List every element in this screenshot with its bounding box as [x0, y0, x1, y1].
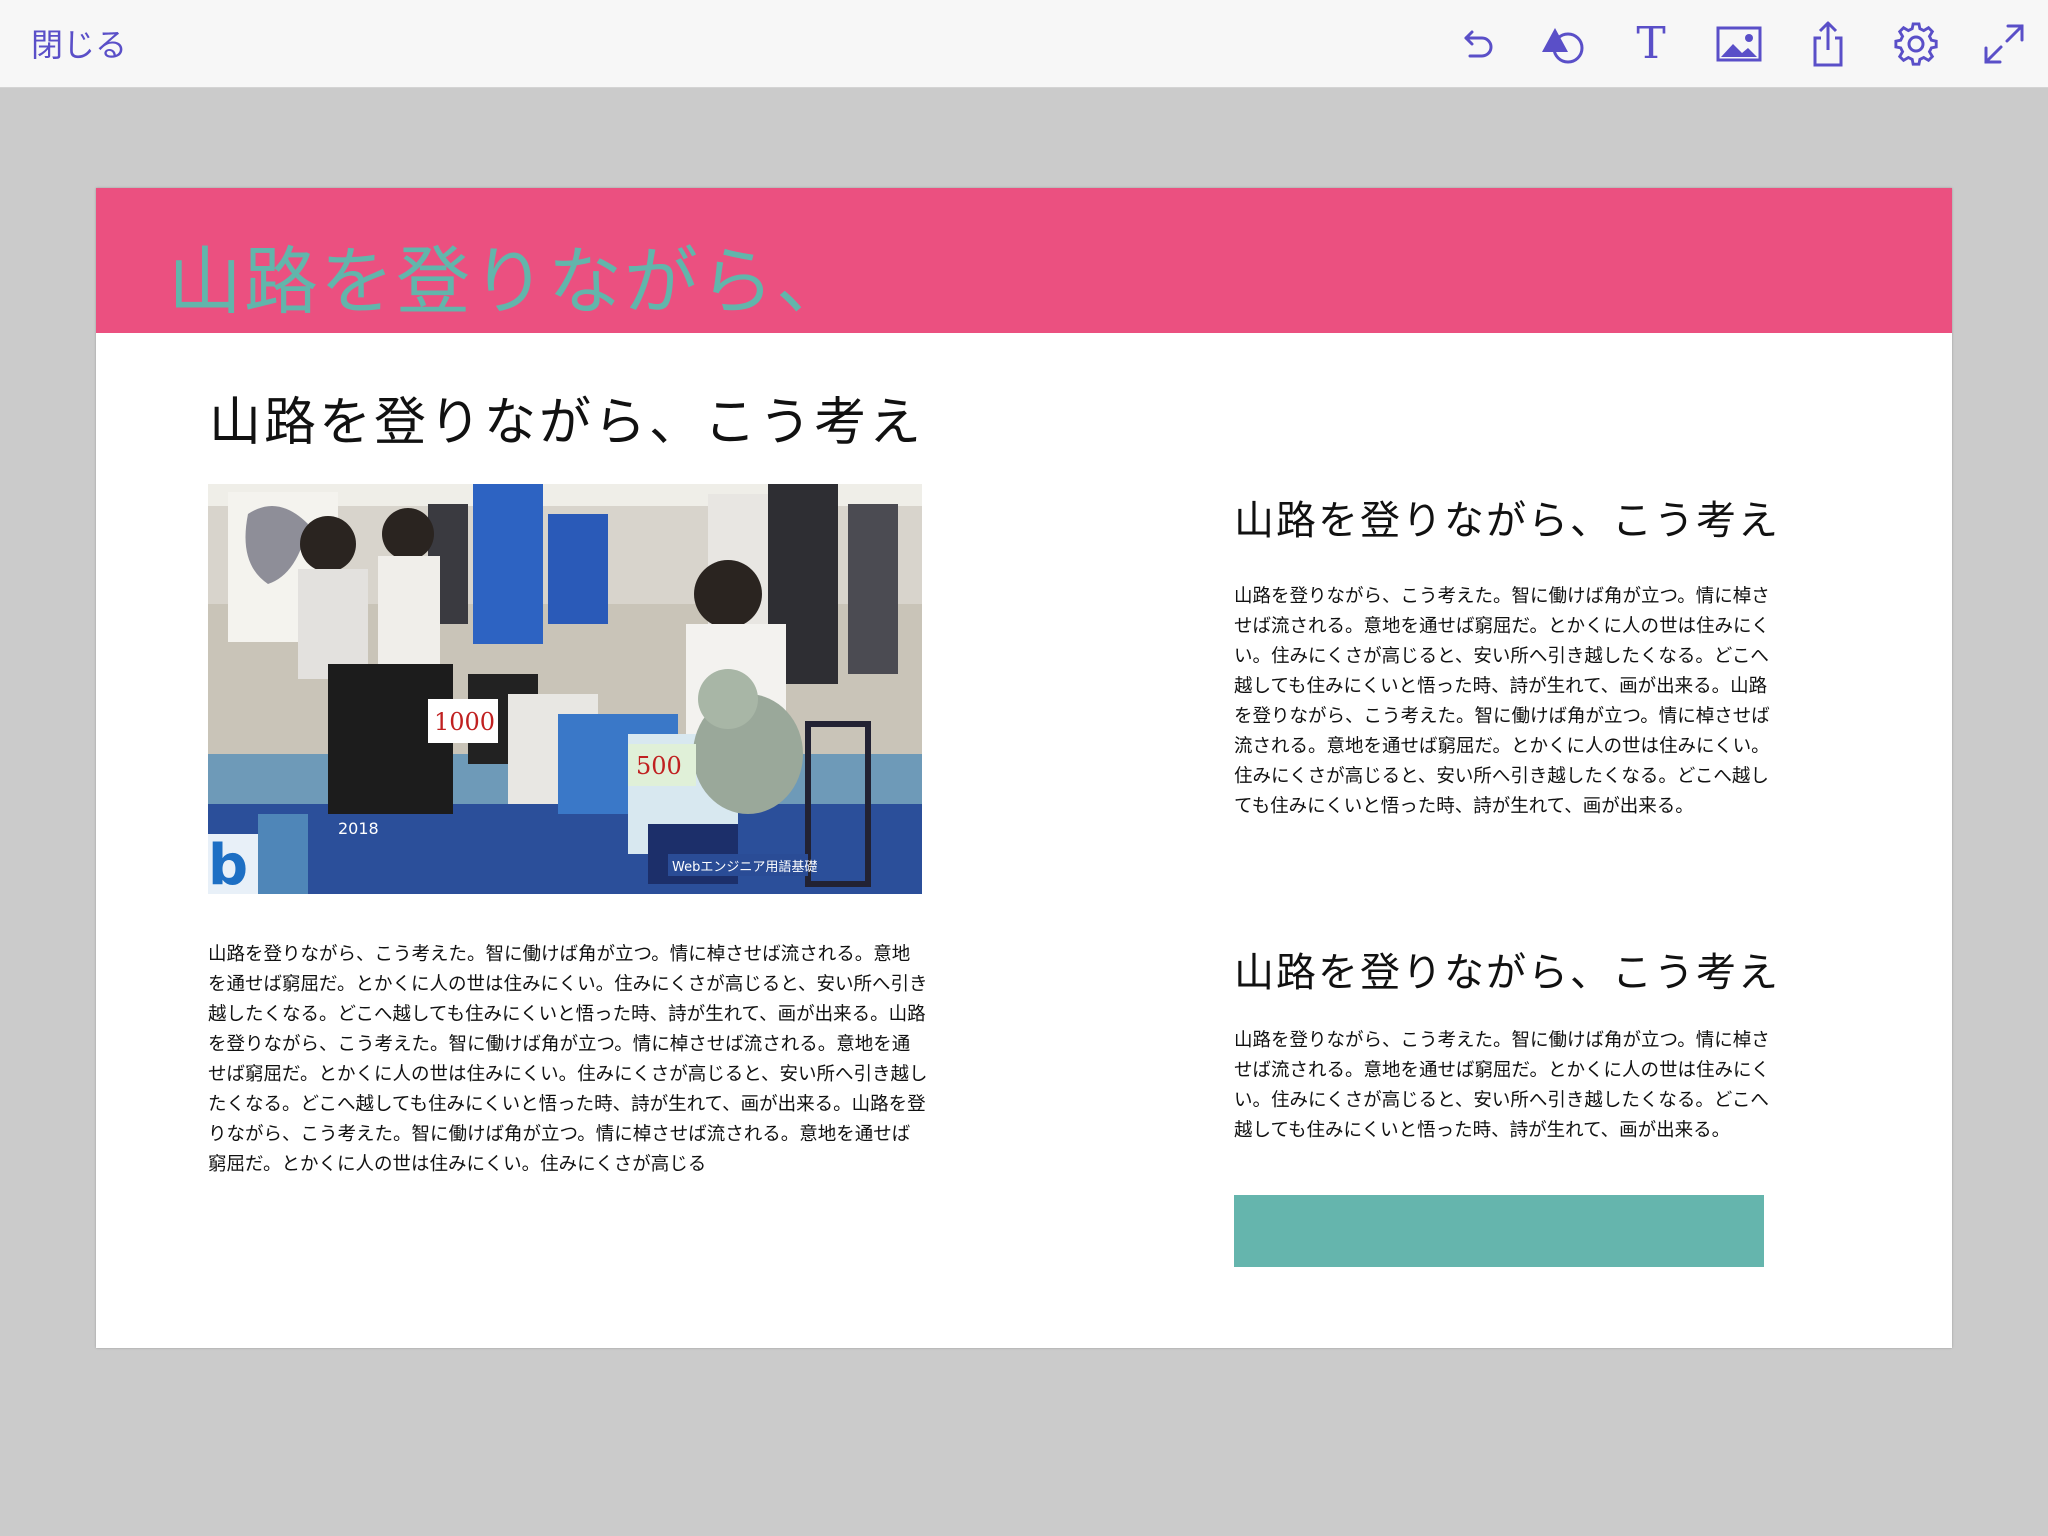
- top-toolbar: 閉じる T: [0, 0, 2048, 88]
- gear-icon[interactable]: [1888, 16, 1944, 72]
- price-card-1000: 1000: [434, 708, 495, 736]
- event-photo-drawing: 1000 500 Webエンジニア用語基礎 2018 b: [208, 484, 922, 894]
- event-photo[interactable]: 1000 500 Webエンジニア用語基礎 2018 b: [208, 484, 922, 894]
- image-icon[interactable]: [1711, 16, 1767, 72]
- book-year-label: 2018: [338, 819, 379, 838]
- price-card-500: 500: [636, 752, 682, 780]
- text-icon[interactable]: T: [1623, 16, 1679, 72]
- right-body-text-2[interactable]: 山路を登りながら、こう考えた。智に働けば角が立つ。情に棹させば流される。意地を通…: [1234, 1026, 1770, 1146]
- banner-title[interactable]: 山路を登りながら、: [168, 222, 852, 329]
- title-banner[interactable]: 山路を登りながら、: [96, 188, 1952, 333]
- right-heading-2[interactable]: 山路を登りながら、こう考え: [1234, 940, 1780, 998]
- fullscreen-icon[interactable]: [1976, 16, 2032, 72]
- left-body-text[interactable]: 山路を登りながら、こう考えた。智に働けば角が立つ。情に棹させば流される。意地を通…: [208, 940, 928, 1240]
- right-body-text-1[interactable]: 山路を登りながら、こう考えた。智に働けば角が立つ。情に棹させば流される。意地を通…: [1234, 582, 1770, 822]
- book-banner-text: Webエンジニア用語基礎: [672, 859, 817, 875]
- left-heading[interactable]: 山路を登りながら、こう考え: [209, 380, 924, 455]
- right-heading-1[interactable]: 山路を登りながら、こう考え: [1234, 488, 1780, 546]
- shapes-icon[interactable]: [1534, 16, 1590, 72]
- undo-icon[interactable]: [1448, 16, 1504, 72]
- b-logo-letter: b: [208, 833, 248, 894]
- slide-page[interactable]: 山路を登りながら、 山路を登りながら、こう考え 1000 500 Webエンジニ…: [96, 188, 1952, 1348]
- text-tool-glyph: T: [1636, 18, 1666, 69]
- share-icon[interactable]: [1800, 16, 1856, 72]
- close-button[interactable]: 閉じる: [31, 20, 127, 66]
- teal-shape[interactable]: [1234, 1195, 1764, 1267]
